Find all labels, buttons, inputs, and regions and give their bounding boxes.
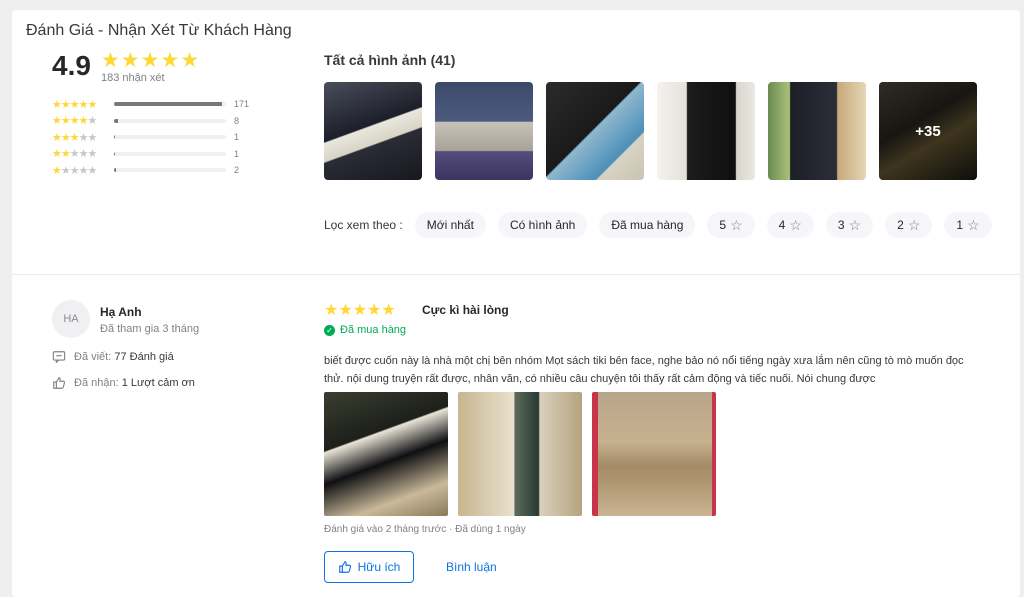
- star-count: 4: [778, 218, 786, 232]
- rating-count: 1: [234, 132, 240, 143]
- section-divider: [12, 274, 1020, 275]
- star-count: 3: [837, 218, 845, 232]
- rating-bar: [114, 102, 226, 107]
- review-image[interactable]: [458, 392, 582, 516]
- avatar: HA: [52, 300, 90, 338]
- rating-row-2[interactable]: ★★★★★ 1: [52, 146, 249, 163]
- rating-bar: [114, 118, 226, 123]
- written-label: Đã viết:: [74, 351, 112, 363]
- gallery-image[interactable]: [324, 82, 422, 180]
- average-stars: ★★★★★: [101, 49, 201, 72]
- rating-count: 1: [234, 148, 240, 159]
- reviewer-name: Hạ Anh: [100, 305, 142, 319]
- gallery-image-more[interactable]: +35: [879, 82, 977, 180]
- more-images-label: +35: [879, 82, 977, 180]
- star-outline-icon: ☆: [789, 216, 802, 233]
- review-title: Cực kì hài lòng: [422, 303, 509, 317]
- filter-4-stars[interactable]: 4 ☆: [766, 212, 814, 238]
- filter-verified-purchase[interactable]: Đã mua hàng: [599, 212, 696, 238]
- star-icons: ★★★★★: [52, 98, 97, 111]
- filter-bar: Lọc xem theo : Mới nhất Có hình ảnh Đã m…: [324, 212, 992, 238]
- thanks-received: Đã nhận: 1 Lượt cảm ơn: [52, 376, 195, 390]
- verified-purchase-badge: ✓ Đã mua hàng: [324, 324, 406, 336]
- filter-1-star[interactable]: 1 ☆: [944, 212, 992, 238]
- rating-row-3[interactable]: ★★★★★ 1: [52, 129, 249, 146]
- filter-newest[interactable]: Mới nhất: [414, 212, 486, 238]
- filter-2-stars[interactable]: 2 ☆: [885, 212, 933, 238]
- verified-label: Đã mua hàng: [340, 324, 407, 336]
- check-icon: ✓: [324, 324, 335, 336]
- rating-bar: [114, 168, 226, 173]
- thumbs-up-icon: [53, 377, 66, 389]
- rating-row-5[interactable]: ★★★★★ 171: [52, 96, 249, 113]
- thanks-value: 1 Lượt cảm ơn: [121, 377, 195, 389]
- rating-row-1[interactable]: ★★★★★ 2: [52, 162, 249, 179]
- rating-count: 2: [234, 165, 240, 176]
- filter-with-images[interactable]: Có hình ảnh: [497, 212, 588, 238]
- filter-5-stars[interactable]: 5 ☆: [707, 212, 755, 238]
- rating-count: 171: [234, 99, 250, 110]
- star-outline-icon: ☆: [967, 216, 980, 233]
- star-count: 5: [719, 218, 727, 232]
- rating-bar: [114, 135, 226, 140]
- review-image[interactable]: [324, 392, 448, 516]
- star-outline-icon: ☆: [907, 216, 921, 233]
- star-icons: ★★★★★: [52, 148, 97, 161]
- gallery-image[interactable]: [546, 82, 644, 180]
- rating-row-4[interactable]: ★★★★★ 8: [52, 113, 249, 130]
- gallery-title: Tất cả hình ảnh (41): [324, 52, 456, 68]
- star-count: 1: [956, 218, 964, 232]
- image-gallery: +35: [324, 82, 977, 180]
- star-outline-icon: ☆: [848, 216, 862, 233]
- rating-count: 8: [234, 115, 240, 126]
- review-image[interactable]: [592, 392, 716, 516]
- thanks-label: Đã nhận:: [74, 377, 119, 389]
- reviewer-joined: Đã tham gia 3 tháng: [100, 323, 200, 335]
- written-value: 77 Đánh giá: [114, 351, 174, 363]
- reviews-written: Đã viết: 77 Đánh giá: [52, 350, 174, 364]
- review-count: 183 nhận xét: [101, 72, 165, 84]
- comment-button[interactable]: Bình luận: [446, 560, 497, 574]
- thumbs-up-icon: [338, 561, 351, 573]
- page-title: Đánh Giá - Nhận Xét Từ Khách Hàng: [26, 22, 292, 39]
- star-outline-icon: ☆: [730, 216, 743, 233]
- star-icons: ★★★★★: [52, 131, 97, 144]
- star-icons: ★★★★★: [52, 164, 97, 177]
- star-count: 2: [897, 218, 904, 232]
- review-images: [324, 392, 716, 516]
- review-text: biết được cuốn này là nhà một chị bên nh…: [324, 355, 964, 385]
- chat-bubble-icon: [52, 351, 66, 364]
- usage-duration: Đã dùng 1 ngày: [455, 524, 526, 535]
- reviews-card: Đánh Giá - Nhận Xét Từ Khách Hàng 4.9 ★★…: [12, 10, 1020, 597]
- gallery-image[interactable]: [768, 82, 866, 180]
- gallery-image[interactable]: [435, 82, 533, 180]
- filter-3-stars[interactable]: 3 ☆: [825, 212, 874, 238]
- helpful-label: Hữu ích: [357, 560, 401, 574]
- review-stars: ★★★★★: [324, 302, 396, 319]
- rating-bar: [114, 151, 226, 156]
- helpful-button[interactable]: Hữu ích: [324, 551, 414, 583]
- review-date: Đánh giá vào 2 tháng trước: [324, 524, 447, 535]
- filter-label: Lọc xem theo :: [324, 218, 403, 232]
- rating-distribution: ★★★★★ 171 ★★★★★ 8 ★★★★★ 1 ★★★★★ 1 ★★★★★ …: [52, 96, 249, 179]
- review-meta: Đánh giá vào 2 tháng trước · Đã dùng 1 n…: [324, 524, 526, 535]
- star-icons: ★★★★★: [52, 115, 97, 128]
- average-rating: 4.9: [52, 50, 91, 81]
- gallery-image[interactable]: [657, 82, 755, 180]
